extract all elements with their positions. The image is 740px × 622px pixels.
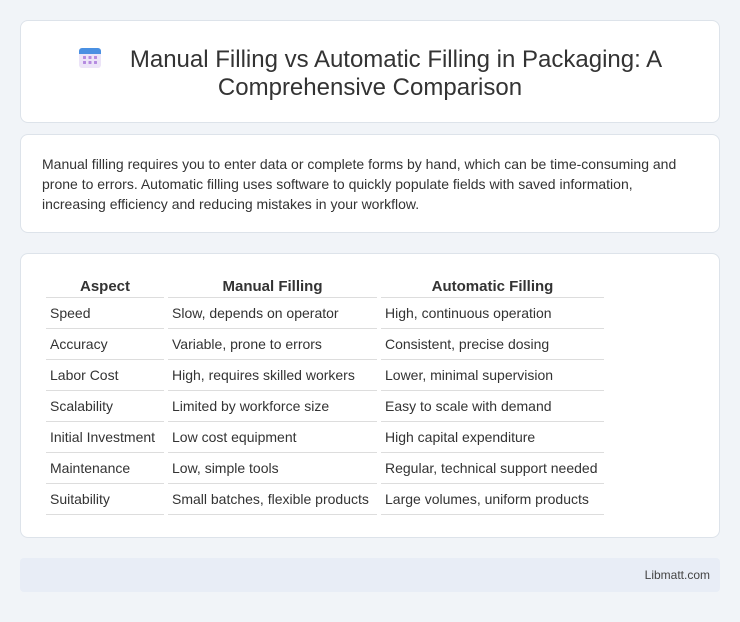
table-row: Accuracy Variable, prone to errors Consi… xyxy=(46,329,604,360)
cell-aspect: Initial Investment xyxy=(46,422,164,453)
calendar-icon xyxy=(78,48,101,68)
cell-automatic: Easy to scale with demand xyxy=(381,391,604,422)
cell-automatic: Lower, minimal supervision xyxy=(381,360,604,391)
cell-automatic: Regular, technical support needed xyxy=(381,453,604,484)
cell-manual: Limited by workforce size xyxy=(168,391,377,422)
page-title-text: Manual Filling vs Automatic Filling in P… xyxy=(129,46,663,101)
cell-manual: Low, simple tools xyxy=(168,453,377,484)
table-row: Maintenance Low, simple tools Regular, t… xyxy=(46,453,604,484)
cell-manual: Variable, prone to errors xyxy=(168,329,377,360)
cell-automatic: High capital expenditure xyxy=(381,422,604,453)
table-row: Scalability Limited by workforce size Ea… xyxy=(46,391,604,422)
title-card: Manual Filling vs Automatic Filling in P… xyxy=(20,20,720,123)
intro-paragraph: Manual filling requires you to enter dat… xyxy=(42,156,677,212)
cell-aspect: Speed xyxy=(46,298,164,329)
footer-bar: Libmatt.com xyxy=(20,558,720,592)
cell-automatic: High, continuous operation xyxy=(381,298,604,329)
cell-aspect: Labor Cost xyxy=(46,360,164,391)
cell-aspect: Scalability xyxy=(46,391,164,422)
cell-aspect: Accuracy xyxy=(46,329,164,360)
header-aspect: Aspect xyxy=(46,276,164,298)
table-row: Initial Investment Low cost equipment Hi… xyxy=(46,422,604,453)
cell-manual: Small batches, flexible products xyxy=(168,484,377,515)
header-manual-filling: Manual Filling xyxy=(168,276,377,298)
cell-manual: Low cost equipment xyxy=(168,422,377,453)
footer-brand[interactable]: Libmatt.com xyxy=(645,568,710,582)
cell-automatic: Large volumes, uniform products xyxy=(381,484,604,515)
table-row: Labor Cost High, requires skilled worker… xyxy=(46,360,604,391)
table-row: Suitability Small batches, flexible prod… xyxy=(46,484,604,515)
cell-manual: Slow, depends on operator xyxy=(168,298,377,329)
cell-manual: High, requires skilled workers xyxy=(168,360,377,391)
cell-automatic: Consistent, precise dosing xyxy=(381,329,604,360)
table-header-row: Aspect Manual Filling Automatic Filling xyxy=(46,276,604,298)
intro-card: Manual filling requires you to enter dat… xyxy=(20,134,720,233)
comparison-table: Aspect Manual Filling Automatic Filling … xyxy=(42,276,608,515)
table-row: Speed Slow, depends on operator High, co… xyxy=(46,298,604,329)
cell-aspect: Suitability xyxy=(46,484,164,515)
header-automatic-filling: Automatic Filling xyxy=(381,276,604,298)
cell-aspect: Maintenance xyxy=(46,453,164,484)
comparison-card: Aspect Manual Filling Automatic Filling … xyxy=(20,253,720,538)
page-title: Manual Filling vs Automatic Filling in P… xyxy=(21,45,719,102)
